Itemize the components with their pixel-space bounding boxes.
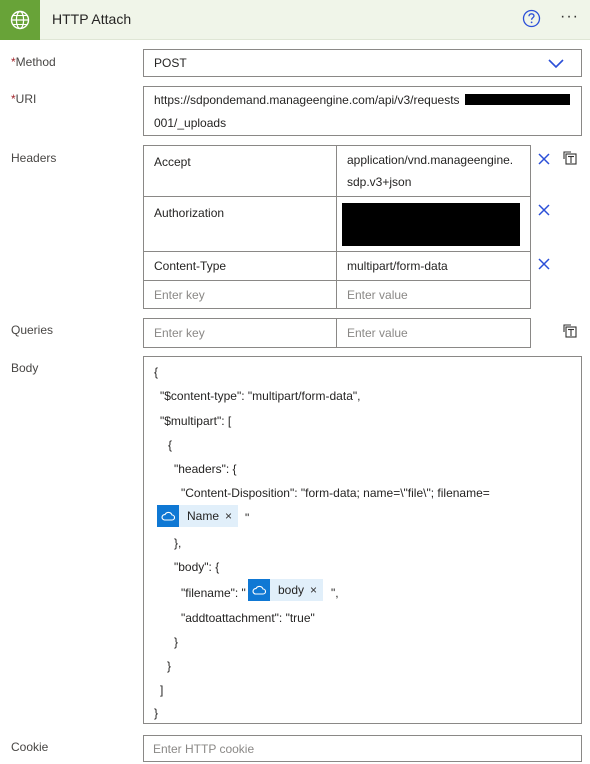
close-icon[interactable] [537, 152, 551, 166]
code-line: "headers": { [174, 462, 237, 476]
header-value-line: application/vnd.manageengine. [347, 153, 514, 167]
close-icon[interactable]: × [310, 583, 323, 597]
header-value-content-type[interactable]: multipart/form-data [336, 251, 531, 281]
queries-label: Queries [11, 323, 54, 337]
help-circle-icon[interactable] [522, 9, 541, 28]
card-header[interactable]: HTTP Attach ··· [0, 0, 590, 40]
cookie-label: Cookie [11, 740, 49, 754]
header-value-input[interactable]: Enter value [336, 280, 531, 309]
token-label: body [278, 583, 305, 597]
code-line: { [154, 365, 159, 379]
body-label: Body [11, 361, 39, 375]
onedrive-cloud-icon [248, 579, 270, 601]
query-key-input[interactable]: Enter key [143, 318, 337, 348]
more-options-icon[interactable]: ··· [560, 9, 579, 25]
method-label: *Method [11, 55, 56, 69]
header-key-authorization[interactable]: Authorization [143, 196, 337, 252]
switch-to-text-icon[interactable] [562, 150, 577, 165]
code-line: " [245, 511, 250, 525]
method-label-text: Method [15, 55, 56, 69]
chevron-down-icon [547, 58, 565, 73]
uri-line-2: 001/_uploads [154, 116, 227, 130]
header-value-line: sdp.v3+json [347, 175, 412, 189]
header-key-input[interactable]: Enter key [143, 280, 337, 309]
cookie-placeholder: Enter HTTP cookie [153, 742, 255, 756]
header-key-accept[interactable]: Accept [143, 145, 337, 197]
uri-line-1: https://sdpondemand.manageengine.com/api… [154, 93, 460, 107]
code-line: ", [331, 586, 339, 600]
cookie-input[interactable]: Enter HTTP cookie [143, 735, 582, 762]
code-line: "Content-Disposition": "form-data; name=… [181, 486, 490, 500]
globe-icon [0, 0, 40, 40]
dynamic-content-token-body[interactable]: body × [248, 579, 324, 601]
method-dropdown[interactable]: POST [143, 49, 582, 77]
code-line: ] [160, 683, 164, 697]
code-line: }, [174, 536, 182, 550]
header-value-authorization[interactable] [336, 196, 531, 252]
code-line: "$content-type": "multipart/form-data", [160, 389, 361, 403]
query-value-input[interactable]: Enter value [336, 318, 531, 348]
redacted-block [342, 203, 520, 246]
body-editor[interactable]: { "$content-type": "multipart/form-data"… [143, 356, 582, 724]
card-title: HTTP Attach [52, 11, 132, 27]
headers-label: Headers [11, 151, 57, 165]
uri-label: *URI [11, 92, 36, 106]
switch-to-text-icon[interactable] [562, 323, 577, 338]
close-icon[interactable] [537, 257, 551, 271]
method-value: POST [154, 56, 187, 70]
header-key-content-type[interactable]: Content-Type [143, 251, 337, 281]
onedrive-cloud-icon [157, 505, 179, 527]
token-label: Name [187, 509, 220, 523]
code-line: "filename": " [181, 586, 246, 600]
code-line: "body": { [174, 560, 220, 574]
code-line: } [167, 659, 172, 673]
code-line: { [168, 438, 173, 452]
uri-label-text: URI [15, 92, 37, 106]
redacted-block [465, 94, 570, 105]
header-value-accept[interactable]: application/vnd.manageengine. sdp.v3+jso… [336, 145, 531, 197]
close-icon[interactable] [537, 203, 551, 217]
code-line: } [174, 635, 179, 649]
code-line: "addtoattachment": "true" [181, 611, 315, 625]
close-icon[interactable]: × [225, 509, 238, 523]
uri-input[interactable]: https://sdpondemand.manageengine.com/api… [143, 86, 582, 136]
code-line: "$multipart": [ [160, 414, 232, 428]
code-line: } [154, 706, 159, 720]
dynamic-content-token-name[interactable]: Name × [157, 505, 239, 527]
